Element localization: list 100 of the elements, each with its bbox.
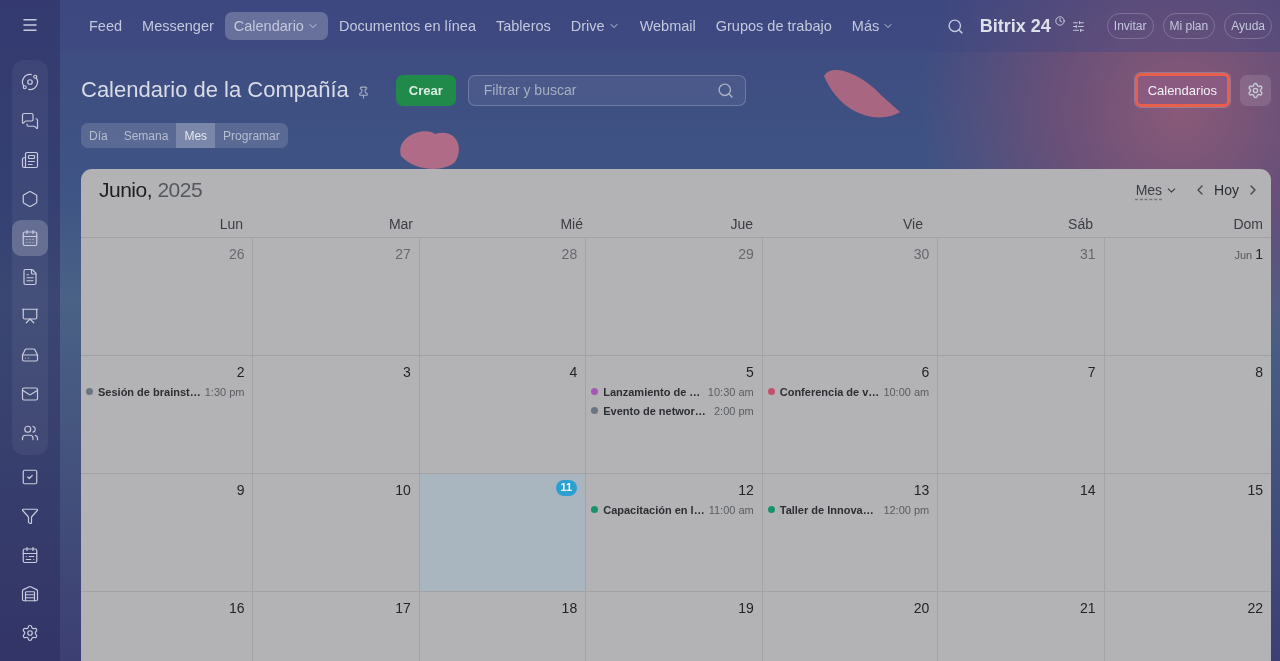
weekday-header: Sáb — [1067, 215, 1094, 234]
event-time: 10:00 am — [883, 385, 930, 398]
mail-icon — [21, 385, 39, 403]
day-cell[interactable]: Jun 1 — [1104, 238, 1271, 356]
calendars-button[interactable]: Calendarios — [1134, 73, 1230, 107]
nav-item[interactable]: Drive — [561, 12, 629, 40]
day-cell[interactable]: 10 — [253, 474, 420, 592]
day-number: 6 — [921, 364, 930, 382]
day-number: 29 — [738, 246, 754, 264]
event-time: 2:00 pm — [714, 404, 754, 417]
day-cell[interactable]: 20 — [762, 592, 939, 661]
day-number: 8 — [1255, 364, 1263, 382]
weekday-header: Mar — [387, 215, 414, 234]
weekday-header: Mié — [559, 215, 584, 234]
day-cell[interactable]: 6 Conferencia de v… 10:00 am — [762, 356, 939, 474]
calendar-list-icon — [21, 546, 39, 564]
event-title: Taller de Innova… — [779, 503, 875, 516]
day-number: 7 — [1087, 364, 1096, 382]
day-cell[interactable]: 13 Taller de Innova… 12:00 pm — [762, 474, 939, 592]
sidebar-item[interactable] — [12, 220, 48, 256]
hexagon-icon — [21, 190, 39, 208]
logo[interactable]: Bitrix 24 — [979, 15, 1051, 37]
event-title: Sesión de brainst… — [98, 385, 201, 398]
day-number: 4 — [569, 364, 578, 382]
day-number: 28 — [561, 246, 578, 264]
sliders-button[interactable] — [1071, 19, 1085, 33]
day-cell[interactable]: 22 — [1104, 592, 1271, 661]
day-number: 2 — [236, 364, 245, 382]
day-number: 21 — [1080, 600, 1096, 618]
calendar-event[interactable]: Sesión de brainst… 1:30 pm — [85, 382, 245, 401]
settings-button[interactable] — [1240, 74, 1271, 106]
day-number: 12 — [738, 482, 754, 500]
day-cell[interactable]: 15 — [1104, 474, 1271, 592]
event-title: Lanzamiento de … — [603, 385, 702, 398]
document-icon — [21, 268, 39, 286]
weekday-header: Dom — [1232, 215, 1264, 234]
clock-icon — [1054, 16, 1065, 26]
event-time: 10:30 am — [707, 385, 754, 398]
document-list-icon — [21, 151, 39, 169]
pin-icon[interactable] — [356, 85, 370, 99]
calendar-event[interactable]: Taller de Innova… 12:00 pm — [766, 500, 930, 519]
day-number: 22 — [1247, 600, 1263, 618]
day-cell[interactable]: 3 — [253, 356, 420, 474]
day-number: 19 — [738, 600, 754, 618]
day-cell[interactable]: 5 Lanzamiento de … 10:30 am Evento de networ… 2:00 pm — [586, 356, 763, 474]
search-icon — [946, 17, 964, 35]
day-number: 13 — [913, 482, 930, 500]
nav-item[interactable]: Más — [842, 12, 904, 40]
day-number: 31 — [1080, 246, 1096, 264]
day-cell[interactable]: 21 — [938, 592, 1105, 661]
today-badge: 11 — [555, 480, 578, 496]
calendar-event[interactable]: Capacitación en l… 11:00 am — [590, 500, 754, 519]
day-cell[interactable]: 2 Sesión de brainst… 1:30 pm — [81, 356, 254, 474]
day-cell[interactable]: 18 — [419, 592, 587, 661]
warehouse-icon — [21, 585, 39, 603]
day-number: 16 — [228, 600, 245, 618]
menu-icon — [21, 16, 39, 34]
create-button[interactable]: Crear — [395, 74, 456, 106]
checkbox-icon — [21, 468, 39, 486]
day-cell[interactable]: 9 — [81, 474, 254, 592]
search-button[interactable] — [946, 17, 964, 35]
chat-icon — [21, 112, 39, 130]
presentation-icon — [21, 307, 39, 325]
day-cell[interactable]: 7 — [938, 356, 1105, 474]
orbit-icon — [21, 73, 39, 91]
weekday-header: Lun — [218, 215, 244, 234]
day-number: 15 — [1247, 482, 1263, 500]
settings-icon — [1247, 81, 1264, 99]
day-cell[interactable]: 19 — [586, 592, 763, 661]
day-cell[interactable]: 14 — [938, 474, 1105, 592]
funnel-icon — [21, 507, 39, 525]
page-title: Calendario de la Compañía — [81, 77, 349, 103]
day-cell[interactable]: 16 — [81, 592, 254, 661]
nav-item[interactable]: Messenger — [133, 12, 223, 40]
calendar-event[interactable]: Conferencia de v… 10:00 am — [766, 382, 930, 401]
day-number: 10 — [395, 482, 411, 500]
day-cell[interactable]: 17 — [253, 592, 420, 661]
weekday-header: Vie — [902, 215, 924, 234]
day-number: 9 — [236, 482, 245, 500]
calendar-event[interactable]: Lanzamiento de … 10:30 am — [590, 382, 754, 401]
view-select[interactable]: Mes — [1135, 182, 1179, 198]
event-title: Capacitación en l… — [603, 503, 705, 516]
day-cell[interactable]: 8 — [1104, 356, 1271, 474]
day-number: 3 — [403, 364, 411, 382]
day-number: 30 — [913, 246, 930, 264]
today-button[interactable]: Hoy — [1208, 182, 1245, 198]
calendar-event[interactable]: Evento de networ… 2:00 pm — [590, 401, 754, 420]
calendar-icon — [21, 229, 39, 247]
drive-icon — [21, 346, 39, 364]
nav-item[interactable]: Grupos de trabajo — [706, 12, 841, 40]
event-time: 12:00 pm — [883, 503, 930, 516]
nav-item[interactable]: Documentos en línea — [329, 12, 485, 40]
sliders-icon — [1071, 19, 1085, 33]
settings-icon — [21, 624, 39, 642]
nav-item[interactable]: Webmail — [630, 12, 705, 40]
event-time: 1:30 pm — [204, 385, 245, 398]
nav-item[interactable]: Tableros — [486, 12, 560, 40]
nav-item[interactable]: Feed — [80, 12, 132, 40]
month-title: Junio, 2025 — [99, 178, 203, 202]
day-cell[interactable]: 12 Capacitación en l… 11:00 am — [586, 474, 763, 592]
